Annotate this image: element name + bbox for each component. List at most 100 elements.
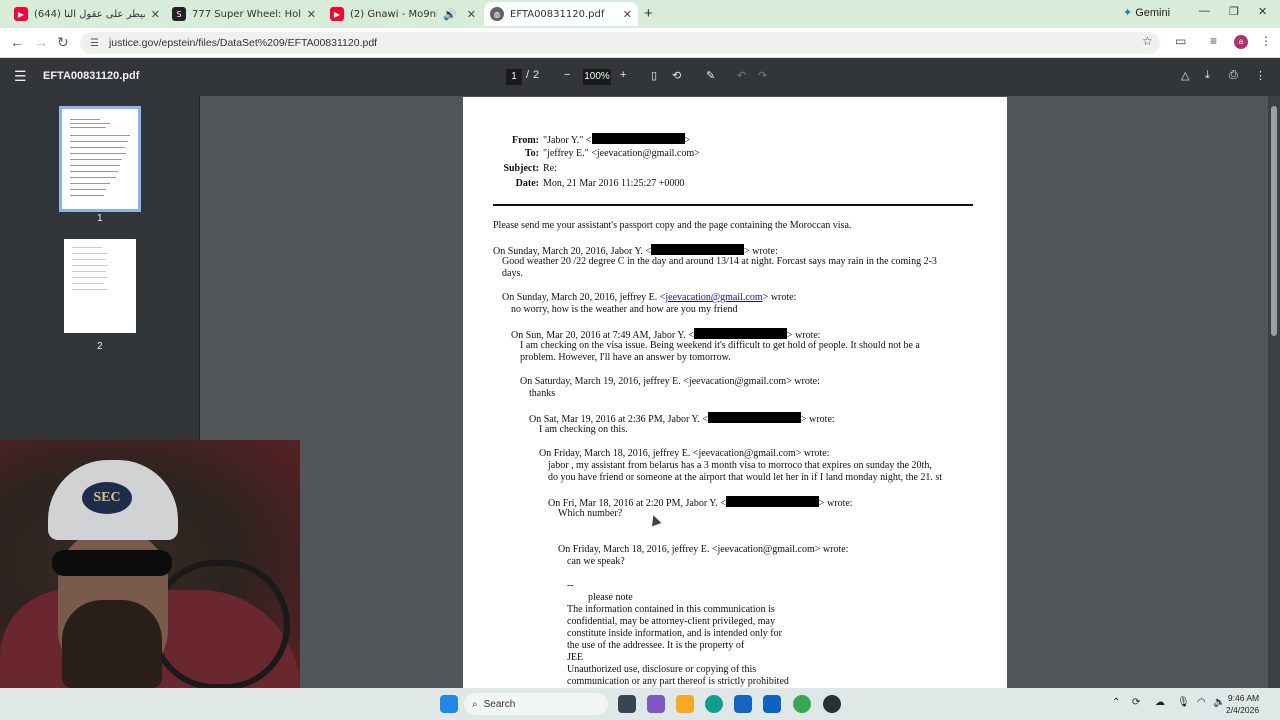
redaction-box bbox=[707, 412, 801, 423]
redaction-box bbox=[651, 244, 745, 255]
store-icon[interactable] bbox=[734, 695, 752, 713]
undo-icon[interactable]: ↶ bbox=[737, 69, 746, 82]
sync-icon[interactable]: ⟳ bbox=[1132, 697, 1140, 708]
disclaimer-line: confidential, may be attorney-client pri… bbox=[567, 616, 775, 627]
from-label: From: bbox=[511, 135, 539, 146]
email-to: To: "jeffrey E." <jeevacation@gmail.com> bbox=[463, 148, 700, 159]
quote-header: On Saturday, March 19, 2016, jeffrey E. … bbox=[520, 376, 820, 387]
redo-icon[interactable]: ↷ bbox=[758, 69, 767, 82]
disclaimer-line: Unauthorized use, disclosure or copying … bbox=[567, 664, 757, 675]
restore-icon[interactable]: ❐ bbox=[1229, 5, 1239, 18]
speaker-icon[interactable]: 🔊 bbox=[443, 8, 457, 21]
bookmark-star-icon[interactable]: ☆ bbox=[1142, 34, 1153, 48]
clock-date: 2/4/2026 bbox=[1226, 705, 1260, 715]
back-arrow-icon[interactable]: ← bbox=[10, 34, 24, 50]
windows-start-icon[interactable] bbox=[440, 695, 458, 713]
disclaimer-line: the use of the addressee. It is the prop… bbox=[567, 640, 745, 651]
zoom-in-icon[interactable]: + bbox=[620, 69, 626, 81]
volume-icon[interactable]: 🔈 bbox=[1213, 697, 1225, 708]
to-value: "jeffrey E." <jeevacation@gmail.com> bbox=[543, 148, 700, 159]
close-window-icon[interactable]: ✕ bbox=[1258, 5, 1267, 18]
site-info-icon[interactable]: ☰ bbox=[90, 38, 99, 49]
fit-page-icon[interactable]: ▯ bbox=[651, 69, 657, 82]
profile-avatar[interactable]: a bbox=[1234, 35, 1248, 49]
tab-youtube-1[interactable]: ▶ (644) كيف تسيطر على عقول النا ✕ bbox=[8, 4, 166, 24]
tab-title: 777 Super Wheel: Hold and Wi bbox=[192, 8, 301, 20]
email-subject: Subject: Re: bbox=[463, 163, 556, 174]
page-separator: / bbox=[526, 69, 530, 81]
download-icon[interactable]: ⤓ bbox=[1205, 69, 1210, 82]
close-icon[interactable]: ✕ bbox=[467, 8, 476, 21]
tab-super-wheel[interactable]: S 777 Super Wheel: Hold and Wi ✕ bbox=[166, 4, 322, 24]
url-field[interactable]: ☰ justice.gov/epstein/files/DataSet%209/… bbox=[80, 32, 1160, 54]
tab-youtube-2[interactable]: ▶ (2) Gnawi - Mo9nin Prod. C 🔊 ✕ bbox=[324, 4, 482, 24]
sidepanel-icon[interactable]: ▭ bbox=[1175, 34, 1186, 48]
annotate-icon[interactable]: ✎ bbox=[706, 69, 715, 82]
body-line: Good weather 20 /22 degree C in the day … bbox=[502, 256, 937, 267]
disclaimer-line: JEE bbox=[567, 652, 584, 663]
microphone-arm bbox=[150, 560, 290, 688]
more-options-icon[interactable]: ⋮ bbox=[1255, 69, 1266, 82]
gemini-icon: ✦ bbox=[1123, 7, 1133, 19]
copilot-icon[interactable] bbox=[647, 695, 665, 713]
redaction-box bbox=[725, 496, 819, 507]
system-clock[interactable]: 9:46 AM 2/4/2026 bbox=[1226, 692, 1259, 716]
disclaimer-line: constitute inside information, and is in… bbox=[567, 628, 782, 639]
minimize-icon[interactable]: — bbox=[1199, 5, 1210, 17]
scrollbar-thumb[interactable] bbox=[1271, 106, 1277, 336]
edge-icon[interactable] bbox=[705, 695, 723, 713]
kebab-menu-icon[interactable]: ⋮ bbox=[1260, 34, 1272, 48]
signature-separator: -- bbox=[567, 580, 574, 591]
reload-icon[interactable]: ↻ bbox=[57, 34, 69, 51]
cloud-icon[interactable]: ☁ bbox=[1155, 697, 1165, 708]
address-bar-row: ← → ↻ ☰ justice.gov/epstein/files/DataSe… bbox=[0, 28, 1280, 58]
header-divider bbox=[493, 204, 973, 206]
taskbar-search[interactable]: ⌕ Search bbox=[464, 693, 608, 715]
tray-overflow-icon[interactable]: ⌃ bbox=[1112, 697, 1120, 708]
body-line: I am checking on the visa issue. Being w… bbox=[520, 340, 920, 351]
print-icon[interactable]: ⎙ bbox=[1229, 69, 1238, 82]
from-close: > bbox=[684, 135, 691, 146]
email-link[interactable]: jeevacation@gmail.com bbox=[665, 292, 762, 303]
from-value: "Jabor Y." < bbox=[543, 135, 592, 146]
quote-header-text: > wrote: bbox=[762, 292, 797, 303]
zoom-level-input[interactable]: 100% bbox=[583, 69, 611, 85]
document-scrollbar[interactable] bbox=[1268, 96, 1280, 688]
thumbnail-label-2: 2 bbox=[97, 341, 103, 352]
task-view-icon[interactable] bbox=[618, 695, 636, 713]
tab-title: EFTA00831120.pdf bbox=[510, 8, 605, 20]
close-icon[interactable]: ✕ bbox=[307, 8, 316, 21]
zoom-out-icon[interactable]: − bbox=[564, 69, 570, 81]
body-line: do you have friend or someone at the air… bbox=[548, 472, 943, 483]
page-number-input[interactable]: 1 bbox=[506, 69, 522, 85]
microphone-icon[interactable]: 🎙 bbox=[1177, 697, 1190, 708]
gemini-button[interactable]: ✦ Gemini bbox=[1123, 6, 1170, 20]
subject-label: Subject: bbox=[503, 163, 539, 174]
thumbnail-page-1[interactable] bbox=[59, 106, 141, 212]
tab-pdf[interactable]: ◍ EFTA00831120.pdf ✕ bbox=[484, 2, 638, 26]
total-pages: 2 bbox=[533, 69, 540, 81]
media-icon[interactable]: ≡ bbox=[1210, 34, 1217, 48]
wifi-icon[interactable]: ◠ bbox=[1197, 697, 1206, 708]
chrome-icon[interactable] bbox=[793, 695, 811, 713]
webcam-beard bbox=[62, 600, 162, 688]
close-icon[interactable]: ✕ bbox=[151, 8, 160, 21]
new-tab-button[interactable]: + bbox=[644, 5, 653, 22]
drive-icon[interactable]: △ bbox=[1181, 69, 1189, 82]
redaction-box bbox=[591, 133, 685, 144]
close-icon[interactable]: ✕ bbox=[623, 8, 632, 21]
forward-arrow-icon[interactable]: → bbox=[34, 34, 48, 50]
thumbnail-page-2[interactable] bbox=[64, 239, 136, 333]
outlook-icon[interactable] bbox=[763, 695, 781, 713]
webcam-overlay: SEC bbox=[0, 440, 300, 688]
hamburger-menu-icon[interactable]: ☰ bbox=[14, 68, 27, 85]
file-explorer-icon[interactable] bbox=[676, 695, 694, 713]
quote-header-text: > wrote: bbox=[818, 498, 853, 509]
obs-icon[interactable] bbox=[823, 695, 841, 713]
rotate-icon[interactable]: ⟲ bbox=[672, 69, 681, 82]
tab-title: (644) كيف تسيطر على عقول النا bbox=[34, 8, 145, 20]
pdf-toolbar: ☰ EFTA00831120.pdf 1 / 2 − 100% + ▯ ⟲ ✎ … bbox=[0, 58, 1280, 96]
quote-header: On Friday, March 18, 2016, jeffrey E. <j… bbox=[558, 544, 849, 555]
body-line: Which number? bbox=[558, 508, 623, 519]
youtube-icon: ▶ bbox=[14, 7, 28, 21]
